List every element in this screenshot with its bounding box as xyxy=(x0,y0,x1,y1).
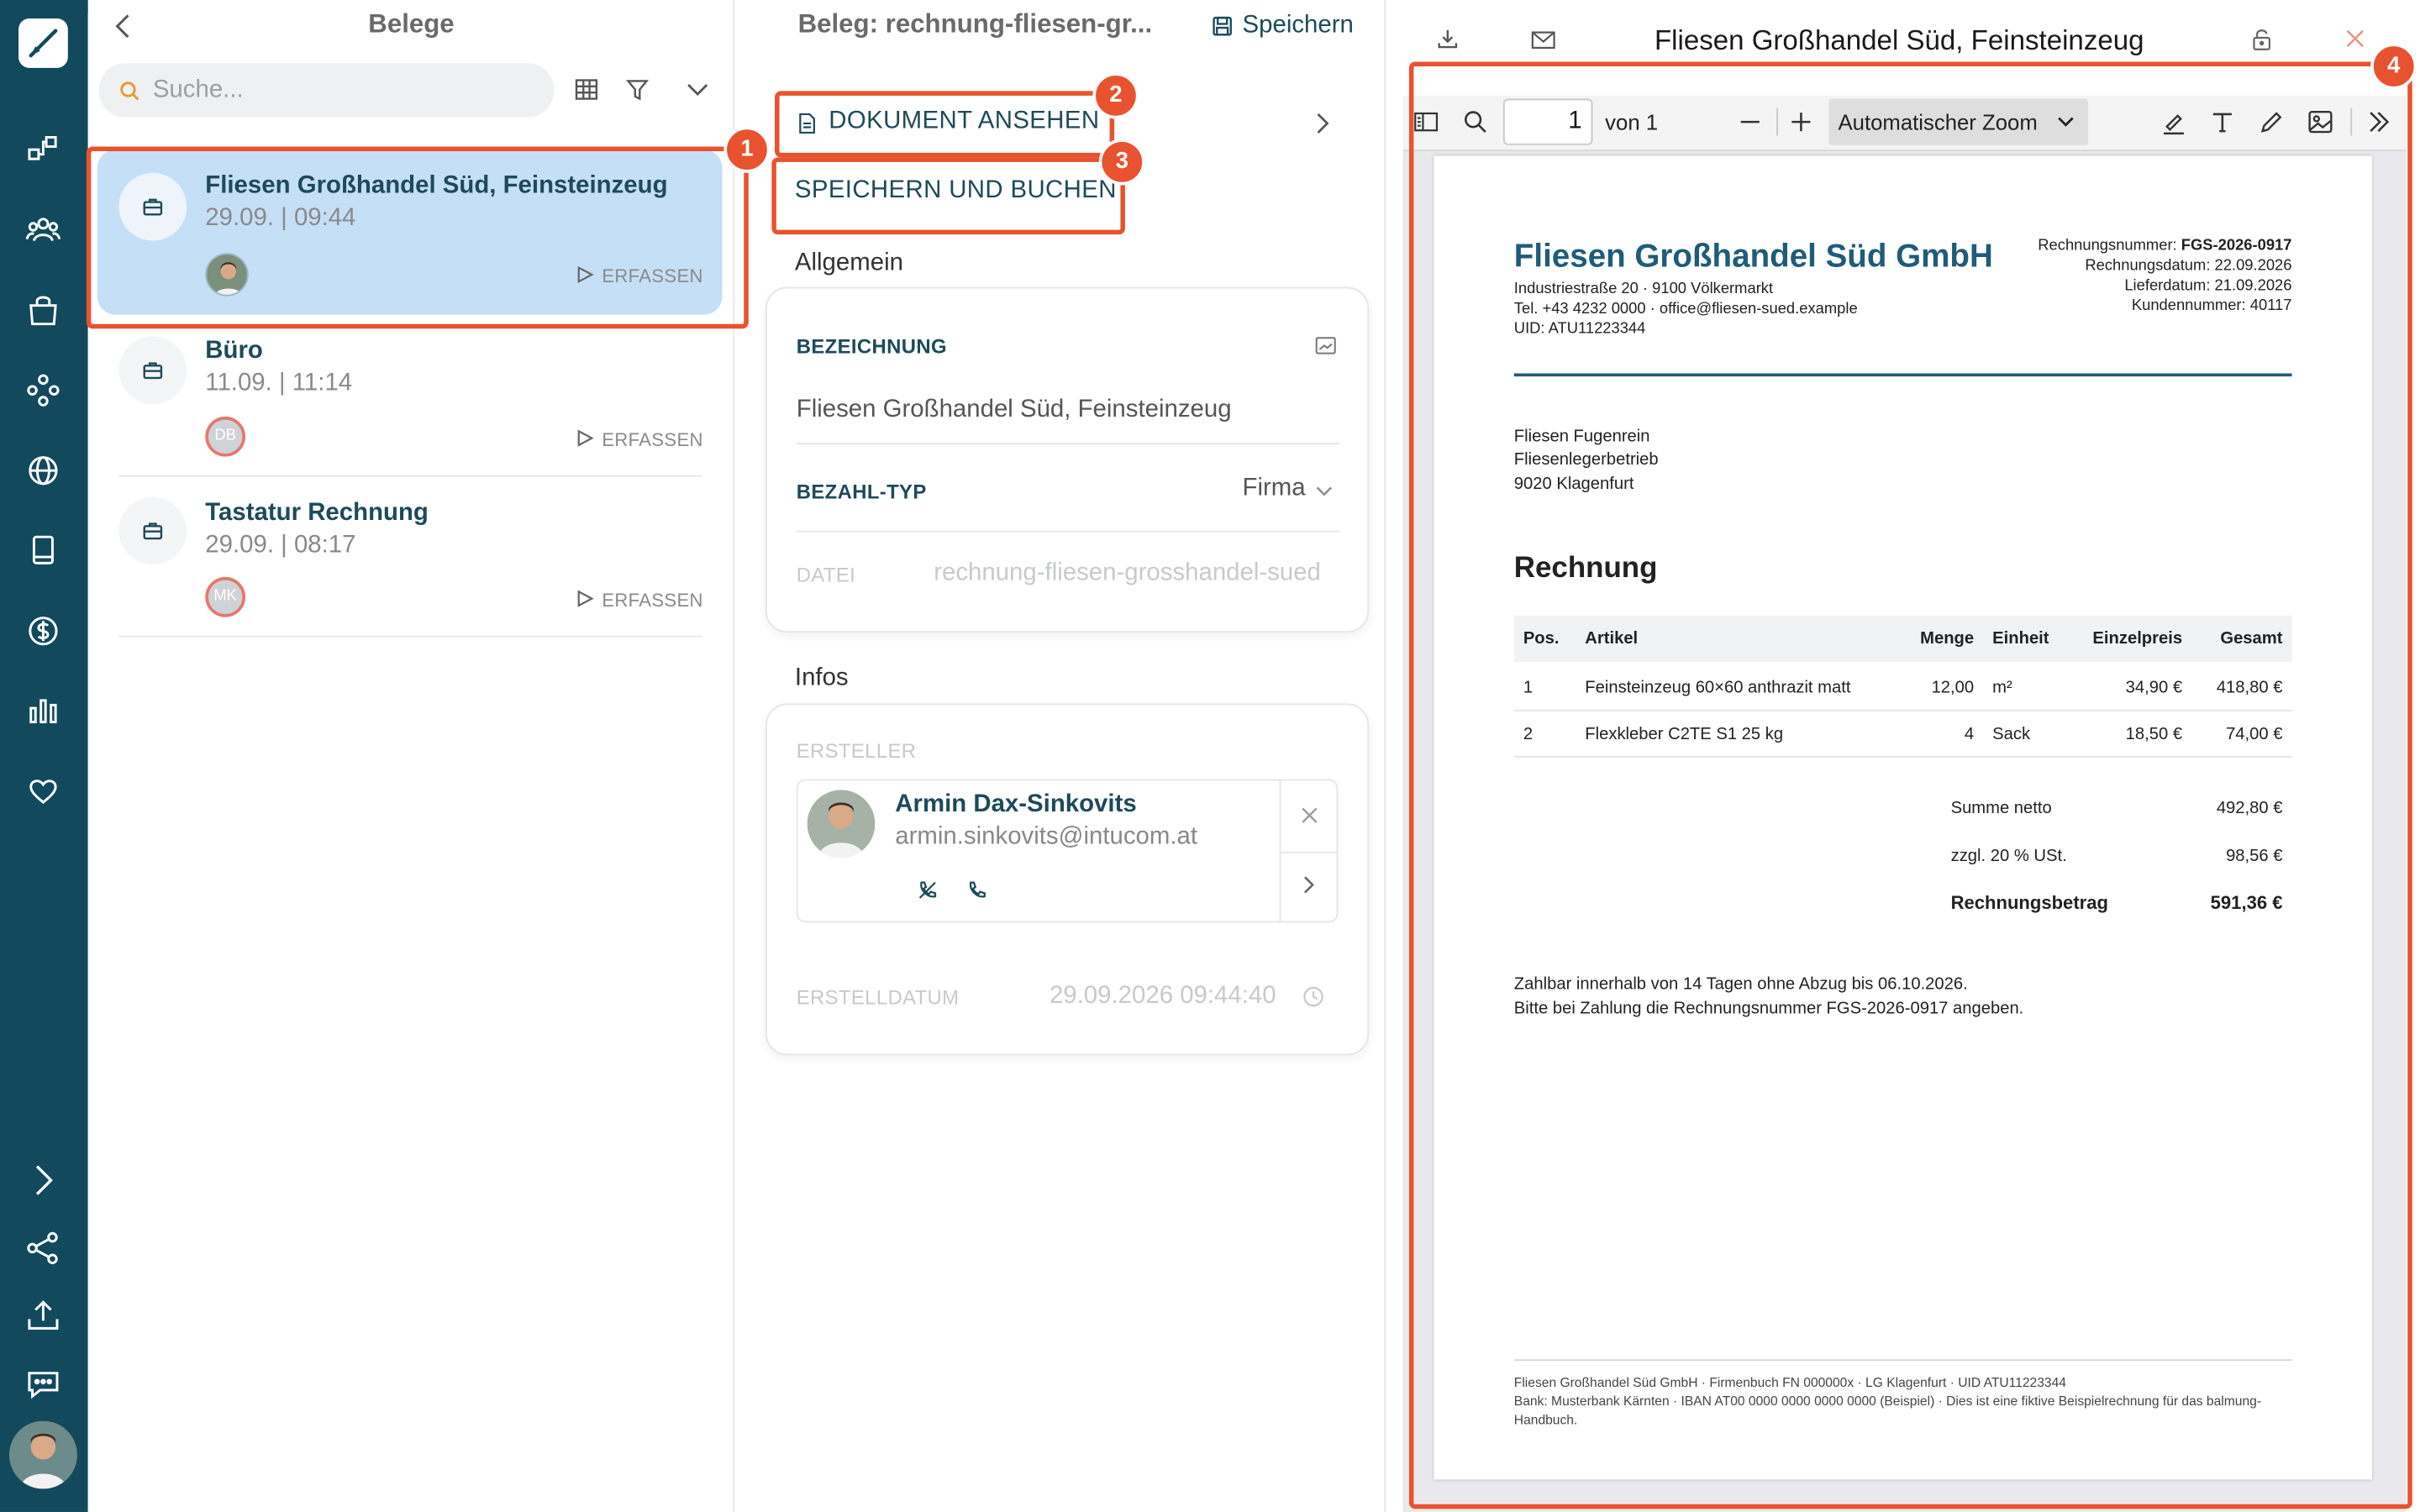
close-icon[interactable] xyxy=(1301,807,1318,824)
list-title: Belege xyxy=(368,9,455,39)
detail-title: Beleg: rechnung-fliesen-gr... xyxy=(797,9,1153,39)
play-icon xyxy=(576,590,594,608)
initials-avatar: MK xyxy=(205,576,246,617)
chevron-right-icon[interactable] xyxy=(24,1160,64,1200)
erstelldatum-label: ERSTELLDATUM xyxy=(796,985,960,1010)
globe-icon[interactable] xyxy=(24,450,64,491)
section-infos-heading: Infos xyxy=(794,664,849,691)
ersteller-label: ERSTELLER xyxy=(796,738,917,763)
briefcase-icon xyxy=(118,336,187,405)
list-item-title[interactable]: Büro xyxy=(205,338,263,365)
clock-icon xyxy=(1302,986,1324,1008)
datei-value: rechnung-fliesen-grosshandel-sued xyxy=(934,559,1321,586)
user-avatar[interactable] xyxy=(9,1420,77,1489)
call-off-icon[interactable] xyxy=(917,879,939,901)
image-icon[interactable] xyxy=(1315,336,1337,354)
chevron-down-icon[interactable] xyxy=(1315,483,1334,498)
bezeichnung-label: BEZEICHNUNG xyxy=(796,334,947,359)
viewer-title: Fliesen Großhandel Süd, Feinsteinzeug xyxy=(1654,24,2144,56)
sidebar-rail xyxy=(0,0,88,1512)
divider xyxy=(796,530,1340,533)
erstelldatum-value: 29.09.2026 09:44:40 xyxy=(1049,982,1276,1010)
list-item-title[interactable]: Tastatur Rechnung xyxy=(205,500,429,528)
lock-icon[interactable] xyxy=(2252,28,2272,51)
book-icon[interactable] xyxy=(24,531,64,571)
bezahltyp-select[interactable]: Firma xyxy=(1243,475,1306,503)
badge-1: 1 xyxy=(723,126,771,173)
close-viewer-icon[interactable] xyxy=(2346,29,2365,48)
heart-icon[interactable] xyxy=(24,771,64,811)
network-icon[interactable] xyxy=(24,370,64,411)
users-icon[interactable] xyxy=(24,210,64,250)
bar-chart-icon[interactable] xyxy=(24,691,64,732)
divider xyxy=(1279,851,1339,853)
save-icon xyxy=(1212,15,1234,37)
general-card: BEZEICHNUNG Fliesen Großhandel Süd, Fein… xyxy=(765,286,1370,633)
badge-3: 3 xyxy=(1098,139,1145,186)
creator-card: Armin Dax-Sinkovits armin.sinkovits@intu… xyxy=(796,779,1339,923)
briefcase-icon xyxy=(118,496,187,565)
highlight-box-4 xyxy=(1408,61,2412,1509)
list-item-date: 29.09. | 08:17 xyxy=(205,532,356,559)
infos-card: ERSTELLER Armin Dax-Sinkovits armin.sink… xyxy=(765,703,1370,1056)
list-item-date: 11.09. | 11:14 xyxy=(205,370,353,397)
phone-icon[interactable] xyxy=(966,879,988,901)
upload-icon[interactable] xyxy=(24,1296,64,1336)
search-input[interactable]: Suche... xyxy=(98,63,555,118)
badge-2: 2 xyxy=(1092,72,1139,119)
erfassen-link[interactable]: ERFASSEN xyxy=(602,590,703,612)
highlight-box-3 xyxy=(771,157,1125,235)
creator-email: armin.sinkovits@intucom.at xyxy=(895,823,1198,851)
section-general-heading: Allgemein xyxy=(794,249,903,276)
app-logo[interactable] xyxy=(18,18,68,68)
chevron-down-icon[interactable] xyxy=(685,79,709,101)
chevron-right-icon[interactable] xyxy=(1302,874,1315,895)
initials-avatar: DB xyxy=(205,416,246,457)
chevron-right-icon[interactable] xyxy=(1315,111,1330,135)
list-divider xyxy=(118,635,702,638)
list-divider xyxy=(118,475,702,477)
datei-label: DATEI xyxy=(796,563,856,586)
shopping-bag-icon[interactable] xyxy=(24,290,64,330)
erfassen-link[interactable]: ERFASSEN xyxy=(602,429,703,451)
play-icon xyxy=(576,429,594,448)
creator-name: Armin Dax-Sinkovits xyxy=(895,791,1137,818)
share-icon[interactable] xyxy=(24,1228,64,1268)
save-button[interactable]: Speichern xyxy=(1243,13,1354,40)
filter-icon[interactable] xyxy=(625,77,650,102)
download-icon[interactable] xyxy=(1437,28,1459,50)
bezahltyp-label: BEZAHL-TYP xyxy=(796,480,927,503)
search-placeholder: Suche... xyxy=(152,76,244,104)
divider xyxy=(796,443,1340,444)
flow-icon[interactable] xyxy=(24,129,64,170)
creator-avatar xyxy=(807,790,876,858)
chat-icon[interactable] xyxy=(24,1364,64,1404)
dollar-icon[interactable] xyxy=(24,611,64,651)
highlight-box-2 xyxy=(775,91,1115,158)
highlight-box-1 xyxy=(86,146,749,329)
mail-icon[interactable] xyxy=(1531,31,1555,50)
table-view-icon[interactable] xyxy=(574,77,598,102)
badge-4: 4 xyxy=(2370,43,2417,90)
bezeichnung-field[interactable]: Fliesen Großhandel Süd, Feinsteinzeug xyxy=(797,396,1232,424)
